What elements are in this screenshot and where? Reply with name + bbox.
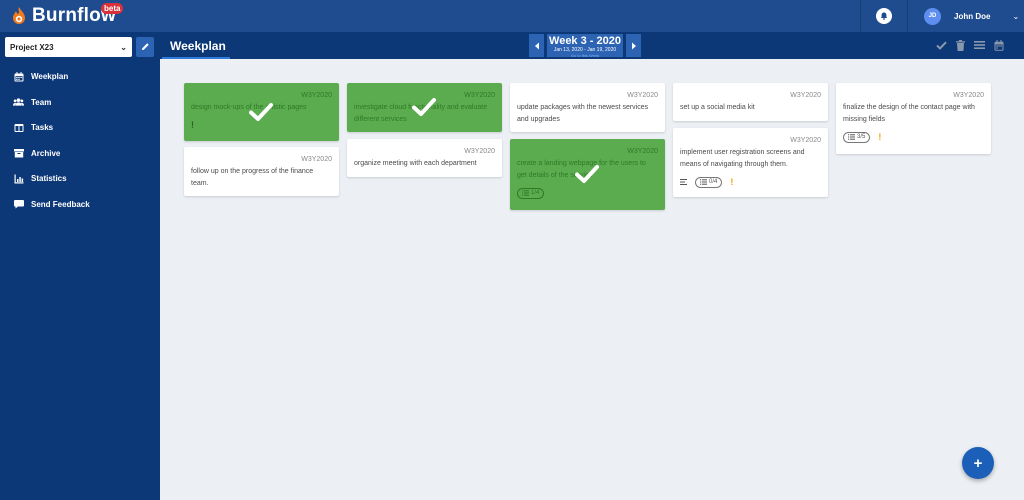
- week-display[interactable]: Week 3 - 2020 Jan 13, 2020 - Jan 19, 202…: [547, 34, 623, 58]
- week-title: Week 3 - 2020: [549, 35, 621, 47]
- sidebar-item-label: Archive: [31, 148, 61, 158]
- task-card[interactable]: W3Y2020 investigate cloud functionality …: [347, 83, 502, 132]
- project-select[interactable]: Project X23 ⌄: [5, 37, 132, 57]
- project-row: Project X23 ⌄: [0, 32, 160, 62]
- brand[interactable]: Burnflow beta: [0, 0, 160, 32]
- columns-icon: [13, 122, 24, 133]
- card-week-tag: W3Y2020: [301, 92, 332, 99]
- card-week-tag: W3Y2020: [301, 156, 332, 163]
- trash-icon[interactable]: [955, 39, 966, 51]
- task-card[interactable]: W3Y2020 organize meeting with each depar…: [347, 139, 502, 177]
- task-card[interactable]: W3Y2020 finalize the design of the conta…: [836, 83, 991, 154]
- task-card[interactable]: W3Y2020 follow up on the progress of the…: [184, 147, 339, 196]
- beta-badge: beta: [101, 3, 124, 14]
- card-meta: 1/4: [517, 187, 658, 199]
- previous-week-button[interactable]: [529, 34, 544, 57]
- sidebar-item-statistics[interactable]: Statistics: [0, 166, 160, 192]
- sidebar-item-label: Tasks: [31, 123, 54, 133]
- card-week-tag: W3Y2020: [464, 92, 495, 99]
- chart-icon: [13, 173, 24, 184]
- sidebar-item-archive[interactable]: Archive: [0, 141, 160, 167]
- done-check-icon: [575, 164, 599, 184]
- sidebar-item-label: Statistics: [31, 174, 67, 184]
- bell-icon: [876, 8, 892, 24]
- users-icon: [13, 97, 24, 108]
- sidebar-item-tasks[interactable]: Tasks: [0, 115, 160, 141]
- sidebar-item-team[interactable]: Team: [0, 90, 160, 116]
- card-week-tag: W3Y2020: [627, 92, 658, 99]
- sidebar-item-label: Team: [31, 97, 52, 107]
- sidebar-item-weekplan[interactable]: Weekplan: [0, 64, 160, 90]
- go-to-this-week-link[interactable]: Go to this Week: [547, 53, 623, 58]
- description-icon: [680, 179, 687, 185]
- avatar: JD: [924, 7, 941, 25]
- checklist-badge: 0/4: [695, 176, 723, 188]
- archive-icon: [13, 148, 24, 159]
- subheader: Weekplan Week 3 - 2020 Jan 13, 2020 - Ja…: [160, 32, 1024, 59]
- done-check-icon: [249, 102, 273, 122]
- notifications-button[interactable]: [861, 0, 907, 32]
- task-card[interactable]: W3Y2020 create a landing webpage for the…: [510, 139, 665, 210]
- list-icon[interactable]: [974, 39, 985, 51]
- task-card[interactable]: W3Y2020 design mock-ups of the artistic …: [184, 83, 339, 141]
- done-check-icon: [412, 97, 436, 117]
- card-week-tag: W3Y2020: [627, 148, 658, 155]
- checklist-count: 1/4: [531, 190, 540, 196]
- important-icon: !: [730, 176, 734, 187]
- caret-left-icon: [534, 37, 540, 55]
- card-meta: 3/5 !: [843, 131, 984, 143]
- task-card[interactable]: W3Y2020 implement user registration scre…: [673, 128, 828, 197]
- chevron-down-icon: ⌄: [120, 42, 127, 52]
- card-week-tag: W3Y2020: [790, 92, 821, 99]
- calendar-icon[interactable]: [993, 39, 1004, 51]
- board-actions: [936, 39, 1004, 51]
- page-title: Weekplan: [170, 39, 226, 53]
- checklist-badge: 3/5: [843, 131, 871, 143]
- top-bar: Burnflow beta JD John Doe ⌄: [0, 0, 1024, 32]
- card-week-tag: W3Y2020: [953, 92, 984, 99]
- user-name: John Doe: [954, 11, 991, 21]
- card-week-tag: W3Y2020: [464, 148, 495, 155]
- sidebar-item-label: Weekplan: [31, 72, 69, 82]
- checklist-count: 0/4: [709, 179, 718, 185]
- project-select-value: Project X23: [10, 42, 54, 52]
- caret-right-icon: [631, 37, 637, 55]
- sidebar-item-send-feedback[interactable]: Send Feedback: [0, 192, 160, 218]
- important-icon: !: [191, 119, 194, 130]
- pencil-icon: [141, 38, 150, 56]
- user-menu[interactable]: JD John Doe ⌄: [908, 0, 1024, 32]
- checklist-count: 3/5: [857, 134, 866, 140]
- card-meta: 0/4 !: [680, 176, 821, 188]
- sidebar: Project X23 ⌄ Weekplan Team Tasks Archiv…: [0, 32, 160, 500]
- add-task-button[interactable]: +: [962, 447, 994, 479]
- week-navigator: Week 3 - 2020 Jan 13, 2020 - Jan 19, 202…: [529, 34, 641, 58]
- check-icon[interactable]: [936, 39, 947, 51]
- task-card[interactable]: W3Y2020 set up a social media kit: [673, 83, 828, 121]
- page-title-underline: [162, 57, 230, 59]
- calendar-icon: [13, 71, 24, 82]
- sidebar-item-label: Send Feedback: [31, 199, 90, 209]
- card-week-tag: W3Y2020: [790, 137, 821, 144]
- important-icon: !: [878, 131, 882, 142]
- next-week-button[interactable]: [626, 34, 641, 57]
- task-card[interactable]: W3Y2020 update packages with the newest …: [510, 83, 665, 132]
- comment-icon: [13, 199, 24, 210]
- flame-logo-icon: [12, 7, 26, 25]
- checklist-badge: 1/4: [517, 187, 545, 199]
- edit-project-button[interactable]: [136, 37, 154, 57]
- chevron-down-icon: ⌄: [1012, 11, 1020, 21]
- sidebar-nav: Weekplan Team Tasks Archive Statistics S…: [0, 64, 160, 217]
